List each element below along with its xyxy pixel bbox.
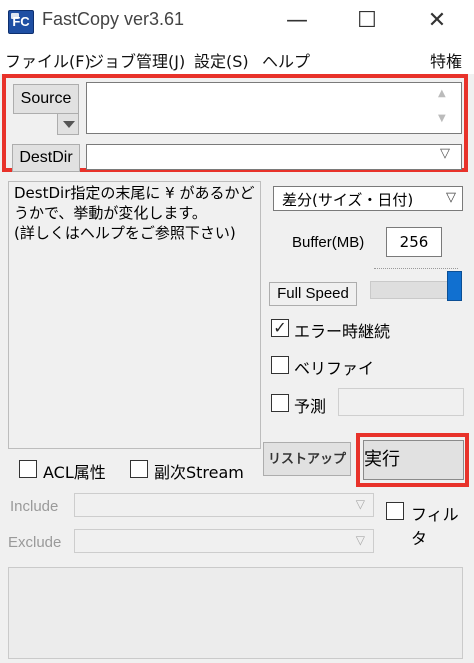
verify-label: ベリファイ	[294, 359, 375, 378]
estimate-label: 予測	[294, 397, 327, 416]
stream-checkbox[interactable]	[130, 460, 148, 478]
copy-mode-select[interactable]: 差分(サイズ・日付) ▽	[273, 186, 463, 211]
error-continue-label: エラー時継続	[294, 322, 391, 341]
buffer-label: Buffer(MB)	[292, 234, 365, 251]
scroll-up-icon[interactable]: ▲	[438, 88, 446, 99]
destdir-input[interactable]	[86, 144, 462, 170]
check-icon: ✓	[273, 318, 287, 337]
acl-label: ACL属性	[43, 463, 106, 482]
include-label: Include	[10, 498, 59, 515]
scroll-down-icon[interactable]: ▼	[438, 113, 446, 124]
acl-checkbox[interactable]	[19, 460, 37, 478]
stream-label: 副次Stream	[154, 463, 244, 482]
maximize-button[interactable]: ☐	[332, 0, 402, 42]
app-icon: FC	[8, 10, 34, 34]
estimate-checkbox[interactable]	[271, 394, 289, 412]
destdir-button[interactable]: DestDir	[12, 144, 80, 172]
window-title: FastCopy ver3.61	[42, 9, 185, 29]
copy-mode-value: 差分(サイズ・日付)	[282, 191, 414, 209]
menu-file[interactable]: ファイル(F)	[5, 48, 91, 72]
menu-job[interactable]: ジョブ管理(J)	[88, 48, 185, 72]
speed-slider-ticks	[374, 268, 458, 274]
chevron-down-icon: ▽	[446, 190, 456, 205]
source-history-dropdown[interactable]	[57, 113, 79, 135]
filter-label: フィルタ	[411, 505, 459, 548]
info-text: DestDir指定の末尾に ¥ があるかどうかで、挙動が変化します。 (詳しくは…	[14, 184, 255, 242]
status-panel	[8, 567, 463, 659]
menu-settings[interactable]: 設定(S)	[194, 48, 249, 72]
close-button[interactable]: ✕	[402, 0, 472, 42]
menu-help[interactable]: ヘルプ	[262, 48, 310, 72]
source-button[interactable]: Source	[13, 84, 79, 114]
error-continue-checkbox[interactable]: ✓	[271, 319, 289, 337]
estimate-display	[338, 388, 464, 416]
listup-button[interactable]: リストアップ	[263, 442, 351, 476]
buffer-input[interactable]: 256	[386, 227, 442, 257]
exclude-select[interactable]: ▽	[74, 529, 374, 553]
verify-checkbox[interactable]	[271, 356, 289, 374]
chevron-down-icon: ▽	[355, 497, 365, 511]
speed-label: Full Speed	[269, 282, 357, 306]
run-button[interactable]: 実行	[363, 440, 464, 480]
minimize-button[interactable]: —	[262, 0, 332, 42]
chevron-down-icon: ▽	[355, 533, 365, 547]
include-select[interactable]: ▽	[74, 493, 374, 517]
source-input[interactable]	[86, 82, 462, 134]
filter-checkbox[interactable]	[386, 502, 404, 520]
menu-bar: ファイル(F) ジョブ管理(J) 設定(S) ヘルプ 特権	[0, 42, 474, 74]
speed-slider-thumb[interactable]	[447, 271, 462, 301]
chevron-down-icon[interactable]: ▽	[440, 146, 450, 161]
exclude-label: Exclude	[8, 534, 62, 551]
menu-special[interactable]: 特権	[430, 48, 462, 72]
